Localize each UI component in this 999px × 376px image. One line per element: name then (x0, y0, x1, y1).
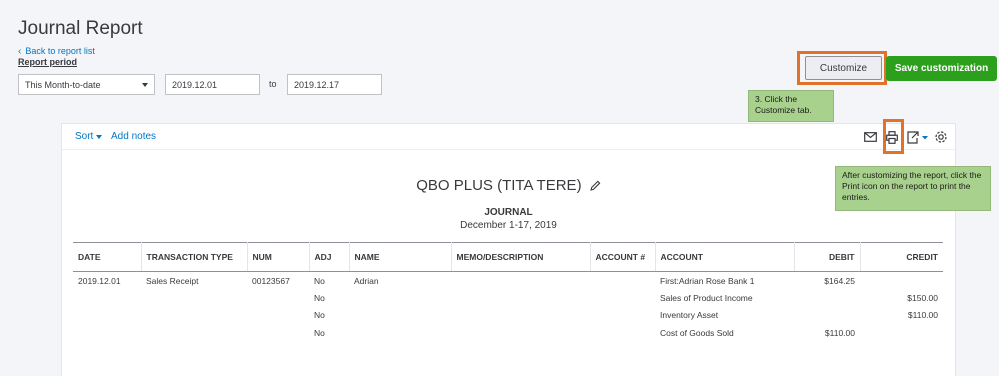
report-title: JOURNAL (484, 207, 533, 218)
to-label: to (269, 79, 277, 89)
table-cell (860, 272, 943, 290)
table-cell (451, 272, 590, 290)
column-header[interactable]: ADJ (309, 242, 350, 272)
company-name-text: QBO PLUS (TITA TERE) (416, 177, 582, 194)
table-cell (141, 324, 247, 342)
start-date-field[interactable]: 2019.12.01 (165, 74, 260, 95)
table-row: No Cost of Goods Sold $110.00 (73, 324, 943, 342)
table-cell (73, 307, 141, 325)
save-customization-button[interactable]: Save customization (886, 56, 997, 81)
table-cell (247, 324, 309, 342)
table-cell: 00123567 (252, 275, 290, 286)
table-cell: First:Adrian Rose Bank 1 (660, 275, 755, 286)
report-panel: Sort Add notes QBO PLUS (TITA TERE) JOUR… (61, 123, 956, 376)
report-date-range: December 1-17, 2019 (460, 220, 557, 231)
table-cell: $164.25 (824, 275, 855, 286)
table-row: No Inventory Asset $110.00 (73, 307, 943, 325)
table-cell: $150.00 (907, 292, 938, 303)
table-row: No Sales of Product Income $150.00 (73, 289, 943, 307)
table-cell (73, 289, 141, 307)
table-cell (73, 324, 141, 342)
add-notes-link[interactable]: Add notes (111, 131, 156, 142)
table-cell (349, 324, 451, 342)
report-toolbar: Sort Add notes (62, 124, 955, 150)
table-cell (141, 289, 247, 307)
table-row: 2019.12.01 Sales Receipt 00123567 No Adr… (73, 272, 943, 290)
table-cell (141, 307, 247, 325)
table-cell: No (314, 275, 325, 286)
back-to-report-list-link[interactable]: ‹ Back to report list (18, 46, 95, 56)
column-header[interactable]: ACCOUNT (655, 242, 795, 272)
table-cell: No (314, 310, 325, 321)
table-cell (451, 307, 590, 325)
sort-label: Sort (75, 131, 94, 142)
table-cell: $110.00 (907, 310, 938, 321)
report-period-label: Report period (18, 57, 78, 67)
table-cell: Cost of Goods Sold (660, 327, 734, 338)
end-date-field[interactable]: 2019.12.17 (287, 74, 382, 95)
column-header[interactable]: NAME (349, 242, 452, 272)
caret-down-icon (96, 134, 103, 139)
column-header[interactable]: TRANSACTION TYPE (141, 242, 248, 272)
table-cell (247, 289, 309, 307)
back-link-label: Back to report list (25, 46, 95, 56)
company-name: QBO PLUS (TITA TERE) (62, 177, 955, 195)
table-cell (349, 289, 451, 307)
column-header[interactable]: ACCOUNT # (590, 242, 656, 272)
table-cell: No (314, 292, 325, 303)
table-cell (590, 307, 655, 325)
table-cell: Inventory Asset (660, 310, 719, 321)
table-cell (794, 289, 860, 307)
table-cell (451, 289, 590, 307)
column-header[interactable]: CREDIT (860, 242, 943, 272)
page-title: Journal Report (18, 18, 143, 39)
customize-highlight-box (797, 51, 887, 85)
report-period-select[interactable]: This Month-to-date (18, 74, 155, 95)
table-cell (590, 324, 655, 342)
column-header[interactable]: MEMO/DESCRIPTION (451, 242, 591, 272)
journal-table: DATE TRANSACTION TYPE NUM ADJ NAME MEMO/… (73, 242, 943, 342)
print-highlight-box (883, 119, 904, 154)
mail-icon[interactable] (862, 129, 878, 145)
gear-icon[interactable] (933, 129, 949, 145)
table-cell: Adrian (354, 275, 379, 286)
chevron-left-icon: ‹ (18, 45, 22, 57)
table-cell (590, 289, 655, 307)
table-cell: No (314, 327, 325, 338)
callout-print-note: After customizing the report, click the … (835, 166, 991, 211)
table-header-row: DATE TRANSACTION TYPE NUM ADJ NAME MEMO/… (73, 242, 943, 272)
sort-dropdown[interactable]: Sort (75, 131, 103, 142)
pencil-icon[interactable] (589, 178, 601, 195)
table-cell: Sales Receipt (146, 275, 199, 286)
table-cell (794, 307, 860, 325)
report-period-value: This Month-to-date (25, 79, 101, 90)
column-header[interactable]: DEBIT (794, 242, 861, 272)
table-cell (247, 307, 309, 325)
column-header[interactable]: NUM (247, 242, 310, 272)
table-cell (451, 324, 590, 342)
table-cell (860, 324, 943, 342)
table-cell (590, 272, 655, 290)
export-icon[interactable] (907, 129, 931, 145)
table-cell (349, 307, 451, 325)
table-cell: 2019.12.01 (78, 275, 121, 286)
table-cell: Sales of Product Income (660, 292, 753, 303)
chevron-down-icon (142, 82, 148, 87)
column-header[interactable]: DATE (73, 242, 142, 272)
table-cell: $110.00 (824, 327, 855, 338)
callout-step-3: 3. Click the Customize tab. (748, 90, 834, 122)
